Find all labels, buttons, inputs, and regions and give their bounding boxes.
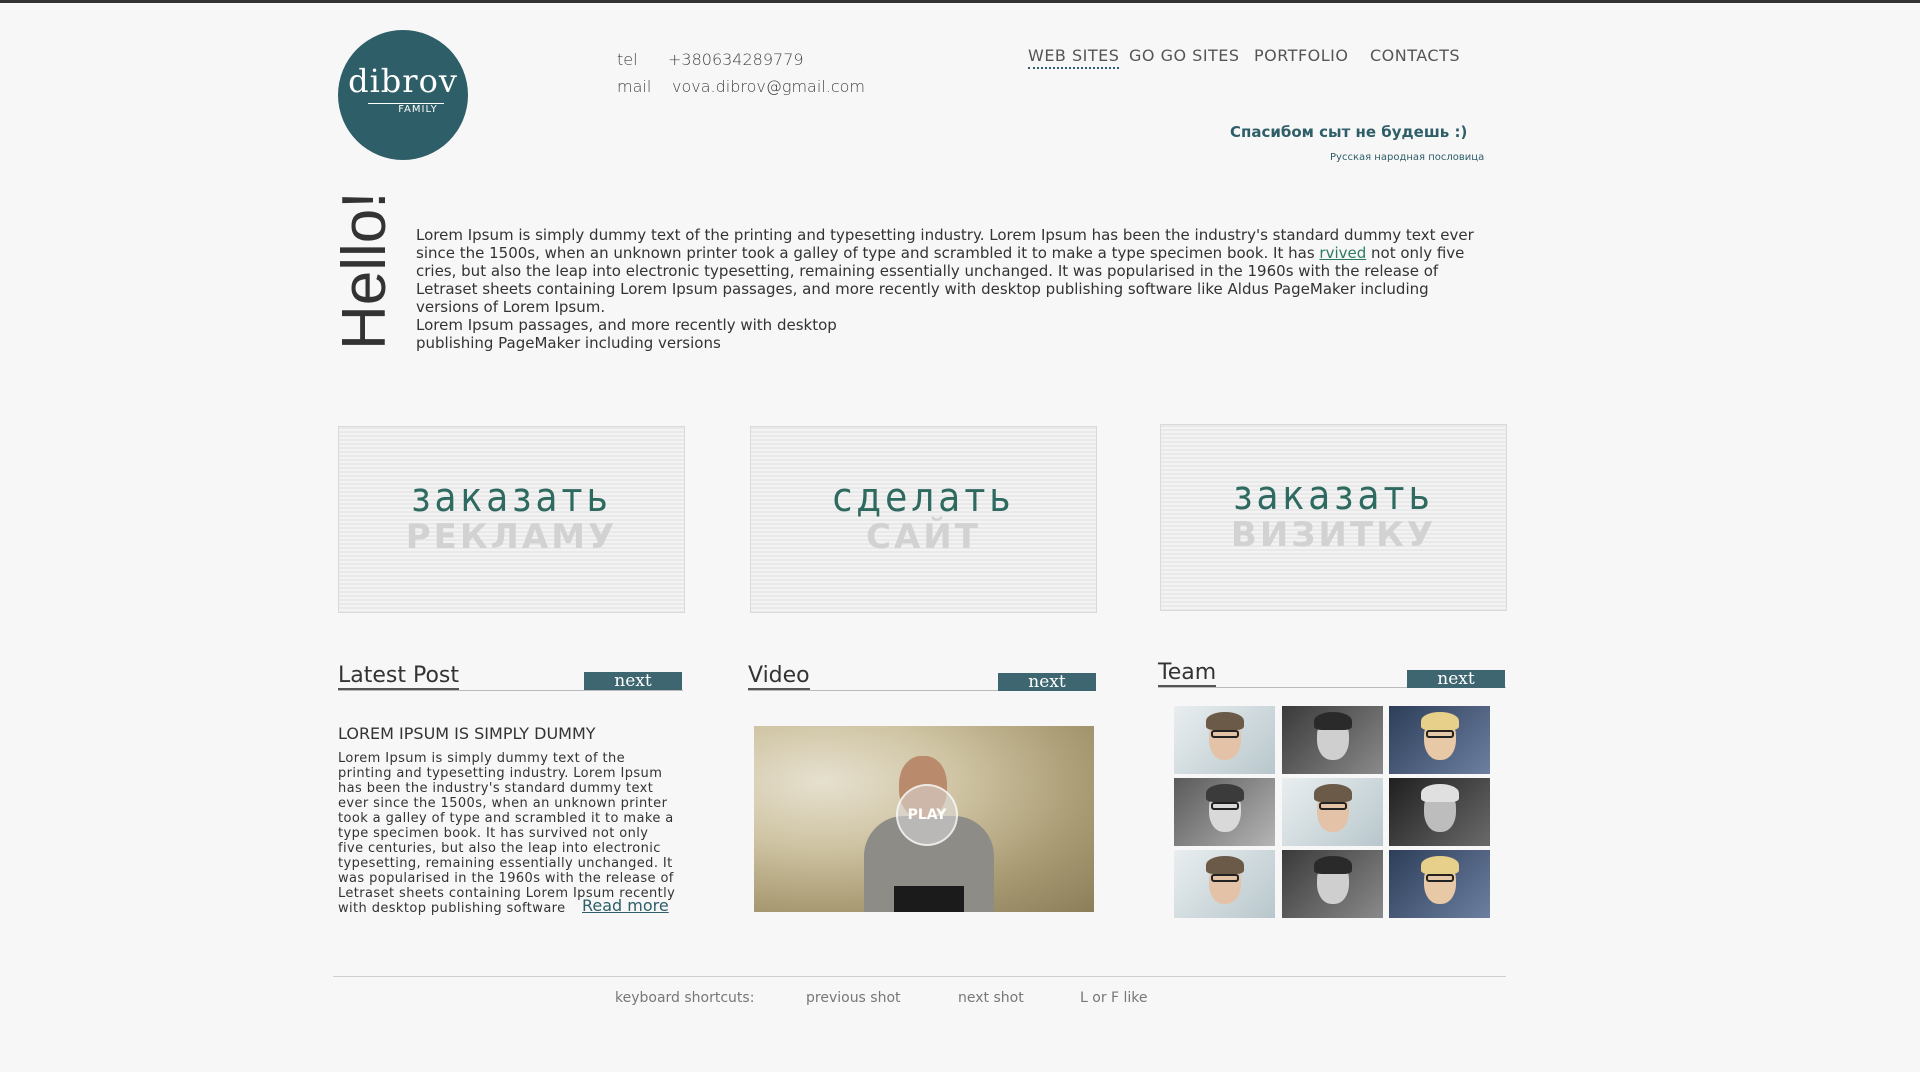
quote-text: Спасибом сыт не будешь :) [1230, 123, 1468, 141]
video-next-button[interactable]: next [998, 673, 1096, 691]
logo-subtext: FAMILY [398, 104, 438, 115]
post-body: Lorem Ipsum is simply dummy text of the … [338, 751, 676, 916]
latest-post-next-button[interactable]: next [584, 672, 682, 690]
team-photo[interactable] [1174, 778, 1275, 846]
latest-post-title: Latest Post [338, 663, 460, 690]
laptop-screen [894, 886, 964, 912]
glasses [1426, 730, 1454, 738]
promo-make-site[interactable]: сделать САЙТ [750, 426, 1097, 613]
promo-top-text: сделать [832, 475, 1015, 521]
logo-text: dibrov [348, 62, 458, 100]
mail-value[interactable]: vova.dibrov@gmail.com [672, 77, 865, 96]
glasses [1211, 802, 1239, 810]
intro-paragraph: Lorem Ipsum is simply dummy text of the … [416, 226, 1486, 316]
team-photo[interactable] [1174, 706, 1275, 774]
promo-order-ads[interactable]: заказать РЕКЛАМУ [338, 426, 685, 613]
glasses [1211, 730, 1239, 738]
read-more-link[interactable]: Read more [582, 896, 669, 915]
footer-next-shot[interactable]: next shot [958, 990, 1024, 1006]
promo-bottom-text: САЙТ [866, 517, 981, 557]
nav-contacts[interactable]: CONTACTS [1370, 46, 1460, 65]
nav-web-sites[interactable]: WEB SITES [1028, 46, 1120, 69]
hair [1314, 784, 1352, 802]
quote-source: Русская народная пословица [1330, 152, 1485, 163]
post-title: LOREM IPSUM IS SIMPLY DUMMY [338, 724, 596, 743]
team-photo[interactable] [1282, 706, 1383, 774]
play-button[interactable]: PLAY [896, 784, 958, 846]
team-photo[interactable] [1389, 778, 1490, 846]
team-photo[interactable] [1282, 778, 1383, 846]
footer-divider [333, 976, 1506, 977]
hair [1206, 784, 1244, 802]
tel-value[interactable]: +380634289779 [668, 50, 804, 69]
promo-bottom-text: ВИЗИТКУ [1230, 515, 1437, 555]
nav-go-go-sites[interactable]: GO GO SITES [1129, 46, 1240, 65]
intro-paragraph-2: Lorem Ipsum passages, and more recently … [416, 316, 837, 352]
promo-bottom-text: РЕКЛАМУ [405, 517, 618, 557]
team-photo[interactable] [1389, 706, 1490, 774]
footer-like[interactable]: L or F like [1080, 990, 1148, 1006]
hair [1421, 784, 1459, 802]
hair [1314, 712, 1352, 730]
promo-top-text: заказать [411, 475, 612, 521]
tel-label: tel [617, 50, 638, 69]
promo-top-text: заказать [1233, 473, 1434, 519]
hair [1421, 712, 1459, 730]
intro-link[interactable]: rvived [1319, 244, 1366, 262]
team-photo-grid [1174, 706, 1500, 918]
hello-heading: Hello! [330, 191, 399, 350]
promo-order-card[interactable]: заказать ВИЗИТКУ [1160, 424, 1507, 611]
video-title: Video [748, 663, 810, 690]
team-next-button[interactable]: next [1407, 670, 1505, 688]
footer-shortcuts-label: keyboard shortcuts: [615, 990, 755, 1006]
team-photo[interactable] [1174, 850, 1275, 918]
glasses [1211, 874, 1239, 882]
top-border [0, 0, 1920, 3]
nav-portfolio[interactable]: PORTFOLIO [1254, 46, 1349, 65]
glasses [1426, 874, 1454, 882]
video-player[interactable]: PLAY [754, 726, 1094, 912]
team-title: Team [1158, 660, 1217, 687]
hair [1314, 856, 1352, 874]
logo[interactable]: dibrov FAMILY [338, 30, 468, 160]
hair [1421, 856, 1459, 874]
hair [1206, 712, 1244, 730]
hair [1206, 856, 1244, 874]
glasses [1319, 802, 1347, 810]
team-photo[interactable] [1282, 850, 1383, 918]
mail-label: mail [617, 77, 652, 96]
team-photo[interactable] [1389, 850, 1490, 918]
footer-previous-shot[interactable]: previous shot [806, 990, 901, 1006]
intro-text-a: Lorem Ipsum is simply dummy text of the … [416, 226, 1474, 262]
